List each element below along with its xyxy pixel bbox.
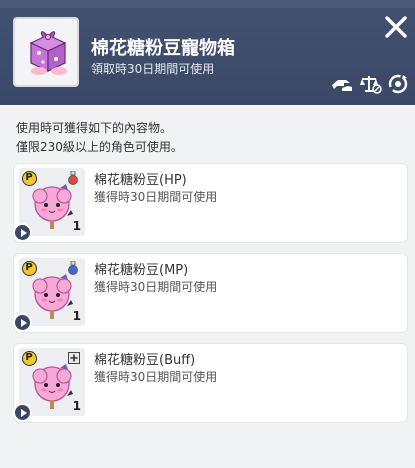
preview-play-button[interactable] — [13, 313, 32, 332]
page-title: 棉花糖粉豆寵物箱 — [91, 38, 235, 59]
item-name: 棉花糖粉豆(MP) — [94, 263, 189, 278]
item-name: 棉花糖粉豆(HP) — [94, 173, 187, 188]
pet-box-icon — [21, 25, 75, 81]
description-line-2: 僅限230級以上的角色可使用。 — [16, 140, 183, 154]
item-quantity: 1 — [72, 309, 81, 323]
red-potion-icon — [68, 171, 78, 185]
item-thumbnail: P 1 — [13, 168, 85, 242]
premium-badge: P — [22, 171, 37, 186]
list-item[interactable]: P 1 棉花糖粉豆(Buff) 獲得時30日期間可使用 — [13, 343, 408, 423]
close-icon — [385, 16, 407, 38]
page-subtitle: 領取時30日期間可使用 — [91, 62, 215, 76]
item-name: 棉花糖粉豆(Buff) — [94, 353, 196, 368]
preview-play-button[interactable] — [13, 223, 32, 242]
preview-play-button[interactable] — [13, 403, 32, 422]
item-subtext: 獲得時30日期間可使用 — [94, 190, 218, 204]
header-topline — [0, 0, 415, 8]
buff-plus-icon — [68, 352, 80, 364]
list-item[interactable]: P 1 棉花糖粉豆(HP) 獲得時30日期間可使用 — [13, 163, 408, 243]
blue-potion-icon — [68, 261, 78, 275]
marshmallow-pet-icon — [32, 274, 73, 319]
trade-hand-icon[interactable] — [329, 73, 355, 95]
item-subtext: 獲得時30日期間可使用 — [94, 370, 218, 384]
item-thumbnail: P 1 — [13, 348, 85, 422]
close-button[interactable] — [383, 14, 409, 40]
description-line-1: 使用時可獲得如下的內容物。 — [16, 121, 173, 135]
scale-icon[interactable] — [357, 73, 383, 95]
item-icon-frame — [13, 17, 79, 87]
recycle-icon[interactable] — [385, 73, 411, 95]
marshmallow-pet-icon — [32, 184, 73, 229]
item-thumbnail: P 1 — [13, 258, 85, 332]
item-quantity: 1 — [72, 399, 81, 413]
premium-badge: P — [22, 261, 37, 276]
list-item[interactable]: P 1 棉花糖粉豆(MP) 獲得時30日期間可使用 — [13, 253, 408, 333]
marshmallow-pet-icon — [32, 364, 73, 409]
item-subtext: 獲得時30日期間可使用 — [94, 280, 218, 294]
description: 使用時可獲得如下的內容物。 僅限230級以上的角色可使用。 — [16, 119, 183, 157]
header: 棉花糖粉豆寵物箱 領取時30日期間可使用 — [0, 0, 415, 105]
item-quantity: 1 — [72, 219, 81, 233]
premium-badge: P — [22, 351, 37, 366]
